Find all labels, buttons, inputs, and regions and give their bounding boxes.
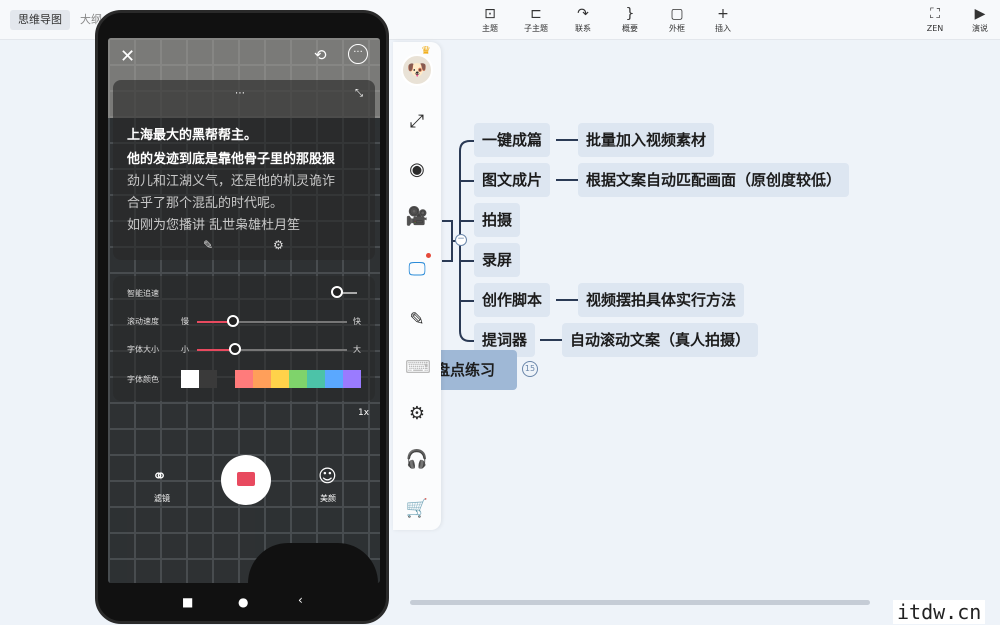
cart-icon[interactable]: 🛒 bbox=[405, 497, 429, 521]
big-label: 大 bbox=[353, 345, 361, 354]
close-icon[interactable]: ✕ bbox=[120, 46, 135, 67]
font-size-fill bbox=[197, 349, 233, 351]
drag-handle-icon[interactable]: ⋯ bbox=[235, 88, 245, 99]
color-swatch[interactable] bbox=[343, 370, 361, 388]
color-swatch[interactable] bbox=[199, 370, 217, 388]
horizontal-scrollbar[interactable] bbox=[410, 600, 870, 605]
color-swatch[interactable] bbox=[181, 370, 199, 388]
gear-icon[interactable]: ⚙ bbox=[405, 402, 429, 426]
smart-follow-label: 智能追速 bbox=[127, 289, 159, 298]
phone-screen: ✕ ⟲ ··· ⋯ ⤡ 上海最大的黑帮帮主。 他的发迹到底是靠他骨子里的那股狠 … bbox=[108, 38, 380, 583]
edit-icon[interactable]: ✎ bbox=[203, 238, 213, 252]
boundary-button[interactable]: ▢ 外框 bbox=[657, 5, 697, 35]
tab-mindmap[interactable]: 思维导图 bbox=[10, 10, 70, 30]
teleprompter-box[interactable]: ⋯ ⤡ 上海最大的黑帮帮主。 他的发迹到底是靠他骨子里的那股狠 劲儿和江湖义气，… bbox=[113, 80, 375, 260]
scroll-speed-label: 滚动速度 bbox=[127, 317, 159, 326]
summary-icon: } bbox=[625, 6, 635, 22]
beauty-label: 美颜 bbox=[320, 494, 336, 503]
small-label: 小 bbox=[181, 345, 189, 354]
flip-camera-icon[interactable]: ⟲ bbox=[314, 46, 327, 64]
record-button[interactable] bbox=[221, 455, 271, 505]
crown-icon: ♛ bbox=[421, 44, 431, 57]
connector-line bbox=[556, 139, 578, 141]
slow-label: 慢 bbox=[181, 317, 189, 326]
prompt-line: 如刚为您播讲 乱世枭雄杜月笙 bbox=[127, 218, 301, 233]
font-size-slider-knob[interactable] bbox=[229, 343, 241, 355]
avatar[interactable]: 🐶 bbox=[401, 54, 433, 86]
expand-icon[interactable]: ⤢ bbox=[405, 110, 429, 134]
topic-icon: ⊡ bbox=[484, 6, 496, 22]
present-button[interactable]: ▶ 演说 bbox=[960, 5, 1000, 35]
topic-button[interactable]: ⊡ 主题 bbox=[470, 5, 510, 35]
connector-line bbox=[540, 339, 562, 341]
phone-frame: ✕ ⟲ ··· ⋯ ⤡ 上海最大的黑帮帮主。 他的发迹到底是靠他骨子里的那股狠 … bbox=[95, 10, 389, 624]
fast-label: 快 bbox=[353, 317, 361, 326]
beauty-icon[interactable]: ☺ bbox=[318, 466, 337, 487]
font-size-label: 字体大小 bbox=[127, 345, 159, 354]
leaf-node-5[interactable]: 视频摆拍具体实行方法 bbox=[578, 283, 745, 317]
shrink-icon[interactable]: ⤡ bbox=[355, 88, 363, 99]
filter-label: 滤镜 bbox=[154, 494, 170, 503]
summary-button[interactable]: } 概要 bbox=[610, 5, 650, 35]
zoom-level[interactable]: 1x bbox=[358, 408, 369, 418]
relation-icon: ↷ bbox=[577, 6, 589, 22]
notification-dot bbox=[426, 253, 431, 258]
keyboard-icon: ⌨ bbox=[405, 357, 431, 378]
subtopic-icon: ⊏ bbox=[530, 6, 542, 22]
camera-icon[interactable]: ◉ bbox=[405, 158, 429, 182]
home-icon[interactable]: ● bbox=[238, 595, 248, 609]
branch-node-5[interactable]: 创作脚本 bbox=[474, 283, 551, 317]
color-swatch[interactable] bbox=[271, 370, 289, 388]
tool-sidebar: 🐶 ♛ ⤢ ◉ 🎥 🖵 ✎ ⌨ ⚙ 🎧 🛒 bbox=[393, 42, 441, 530]
prompt-line: 上海最大的黑帮帮主。 bbox=[127, 128, 258, 143]
settings-icon[interactable]: ⚙ bbox=[273, 238, 284, 252]
branch-node-3[interactable]: 拍摄 bbox=[474, 203, 521, 237]
teleprompter-controls: 智能追速 滚动速度 慢 快 字体大小 小 大 字体颜色 bbox=[113, 276, 375, 401]
zen-button[interactable]: ⛶ ZEN bbox=[915, 5, 955, 35]
count-badge[interactable]: 15 bbox=[522, 361, 538, 377]
color-swatch[interactable] bbox=[289, 370, 307, 388]
watermark: itdw.cn bbox=[893, 600, 986, 624]
video-camera-icon[interactable]: 🎥 bbox=[405, 205, 429, 229]
fullscreen-icon: ⛶ bbox=[930, 6, 940, 22]
smart-follow-toggle[interactable] bbox=[331, 286, 343, 298]
insert-button[interactable]: + 插入 bbox=[703, 5, 743, 35]
video-record-icon bbox=[237, 472, 255, 486]
connector-line bbox=[556, 299, 578, 301]
back-icon[interactable]: ‹ bbox=[298, 593, 303, 607]
filter-icon[interactable]: ⚭ bbox=[152, 466, 167, 487]
boundary-icon: ▢ bbox=[670, 6, 684, 22]
android-nav-bar: ■ ● ‹ bbox=[98, 591, 386, 613]
leaf-node-1[interactable]: 批量加入视频素材 bbox=[578, 123, 715, 157]
font-color-label: 字体颜色 bbox=[127, 375, 159, 384]
collapse-toggle[interactable]: − bbox=[455, 234, 467, 246]
prompt-line: 他的发迹到底是靠他骨子里的那股狠 bbox=[127, 152, 336, 167]
screen-record-icon[interactable]: 🖵 bbox=[405, 258, 429, 282]
leaf-node-2[interactable]: 根据文案自动匹配画面（原创度较低） bbox=[578, 163, 850, 197]
branch-node-4[interactable]: 录屏 bbox=[474, 243, 521, 277]
relation-button[interactable]: ↷ 联系 bbox=[563, 5, 603, 35]
color-swatch[interactable] bbox=[235, 370, 253, 388]
connector-line bbox=[556, 179, 578, 181]
speed-slider-knob[interactable] bbox=[227, 315, 239, 327]
play-icon: ▶ bbox=[974, 6, 986, 22]
color-swatch[interactable] bbox=[253, 370, 271, 388]
more-icon[interactable]: ··· bbox=[348, 44, 368, 64]
person-head bbox=[248, 543, 378, 583]
prompt-line: 合乎了那个混乱的时代呢。 bbox=[127, 196, 284, 211]
pen-icon[interactable]: ✎ bbox=[405, 308, 429, 332]
branch-node-1[interactable]: 一键成篇 bbox=[474, 123, 551, 157]
color-swatch[interactable] bbox=[307, 370, 325, 388]
leaf-node-6[interactable]: 自动滚动文案（真人拍摄） bbox=[562, 323, 759, 357]
branch-node-2[interactable]: 图文成片 bbox=[474, 163, 551, 197]
plus-icon: + bbox=[717, 6, 729, 22]
color-swatch[interactable] bbox=[325, 370, 343, 388]
headset-icon[interactable]: 🎧 bbox=[405, 448, 429, 472]
subtopic-button[interactable]: ⊏ 子主题 bbox=[516, 5, 556, 35]
recent-apps-icon[interactable]: ■ bbox=[182, 595, 193, 609]
prompt-line: 劲儿和江湖义气，还是他的机灵诡诈 bbox=[127, 174, 336, 189]
